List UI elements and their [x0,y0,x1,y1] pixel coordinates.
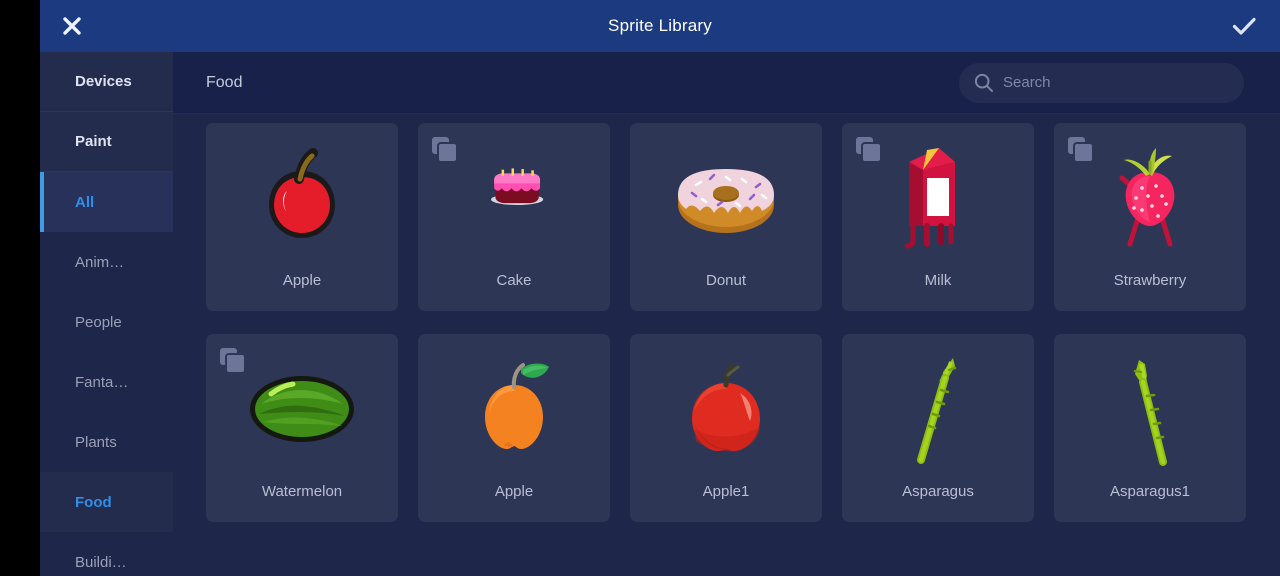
sidebar-item-label: People [75,313,122,331]
sprite-label: Cake [496,272,532,289]
device-bezel [0,0,40,576]
sprite-label: Asparagus1 [1109,483,1191,500]
sprite-label: Donut [705,272,747,289]
donut-icon [678,168,774,233]
sprite-label: Watermelon [261,483,343,500]
sidebar-item-food[interactable]: Food [40,472,173,532]
modal-body: Devices Paint All Anim… People Fanta… Pl… [40,52,1280,576]
search-input[interactable] [1003,74,1230,91]
library-pane: Food Search Apple Cake Donut Milk Strawb… [173,52,1280,576]
sprite-thumbnail [842,334,1034,483]
sidebar-item-people[interactable]: People [40,292,173,352]
multiple-costumes-icon [854,135,884,165]
sidebar-item-buildings[interactable]: Buildi… [40,532,173,576]
sprite-card-apple[interactable]: Apple [206,123,398,311]
sidebar-item-fantasy[interactable]: Fanta… [40,352,173,412]
search-field[interactable] [959,62,1244,103]
search-icon [973,72,995,94]
sprite-thumbnail [630,334,822,483]
breadcrumb: Food [206,73,243,91]
multiple-costumes-icon [1066,135,1096,165]
sprite-thumbnail [418,334,610,483]
sidebar-item-label: Devices [75,73,132,90]
category-sidebar[interactable]: Devices Paint All Anim… People Fanta… Pl… [40,52,173,576]
checkmark-icon [1232,17,1256,35]
modal-header: Sprite Library [40,0,1280,52]
library-toolbar: Food [173,52,1280,114]
sidebar-item-label: Buildi… [75,553,127,571]
sidebar-item-paint[interactable]: Paint [40,112,173,172]
apple-orange-icon [485,362,549,449]
sprite-card-asparagus[interactable]: Asparagus [842,334,1034,522]
sprite-label: Apple [282,272,322,289]
multiple-costumes-icon [430,135,460,165]
sprite-card-apple1[interactable]: Apple1 [630,334,822,522]
sprite-grid: Apple Cake Donut Milk Strawberry Waterme… [206,123,1247,522]
sidebar-item-plants[interactable]: Plants [40,412,173,472]
modal-title: Sprite Library [608,16,712,35]
asparagus-icon [1133,359,1167,466]
sprite-label: Strawberry [1113,272,1187,289]
sprite-library-modal: Sprite Library Devices Paint All Anim… P… [40,0,1280,576]
screen: Sprite Library Devices Paint All Anim… P… [0,0,1280,576]
sidebar-item-label: Food [75,493,112,511]
sprite-label: Milk [924,272,952,289]
sprite-label: Asparagus [902,483,974,500]
close-button[interactable] [46,0,98,52]
confirm-button[interactable] [1218,0,1270,52]
sprite-card-asparagus1[interactable]: Asparagus1 [1054,334,1246,522]
apple-dark-red-icon [269,147,335,238]
sidebar-item-label: Plants [75,433,117,451]
sidebar-item-label: Anim… [75,253,125,271]
sprite-label: Apple [494,483,534,500]
sidebar-item-all[interactable]: All [40,172,173,232]
strawberry-icon [1119,147,1175,246]
sprite-thumbnail [630,123,822,272]
sprite-grid-scroll[interactable]: Apple Cake Donut Milk Strawberry Waterme… [173,114,1280,576]
cake-slice-icon [491,167,544,205]
sprite-card-apple-orange[interactable]: Apple [418,334,610,522]
sidebar-item-label: Paint [75,133,112,150]
sprite-card-milk[interactable]: Milk [842,123,1034,311]
multiple-costumes-icon [218,346,248,376]
sidebar-item-devices[interactable]: Devices [40,52,173,112]
sprite-card-cake[interactable]: Cake [418,123,610,311]
sidebar-item-label: Fanta… [75,373,129,391]
sidebar-item-label: All [75,193,95,211]
milk-carton-icon [904,147,955,248]
sprite-thumbnail [206,123,398,272]
asparagus-icon [917,357,957,464]
sprite-thumbnail [1054,334,1246,483]
sprite-label: Apple1 [702,483,750,500]
sprite-card-strawberry[interactable]: Strawberry [1054,123,1246,311]
close-x-icon [63,17,81,35]
sprite-card-watermelon[interactable]: Watermelon [206,334,398,522]
watermelon-icon [250,375,354,442]
apple-red-glossy-icon [692,362,760,451]
sprite-card-donut[interactable]: Donut [630,123,822,311]
sidebar-item-animals[interactable]: Anim… [40,232,173,292]
